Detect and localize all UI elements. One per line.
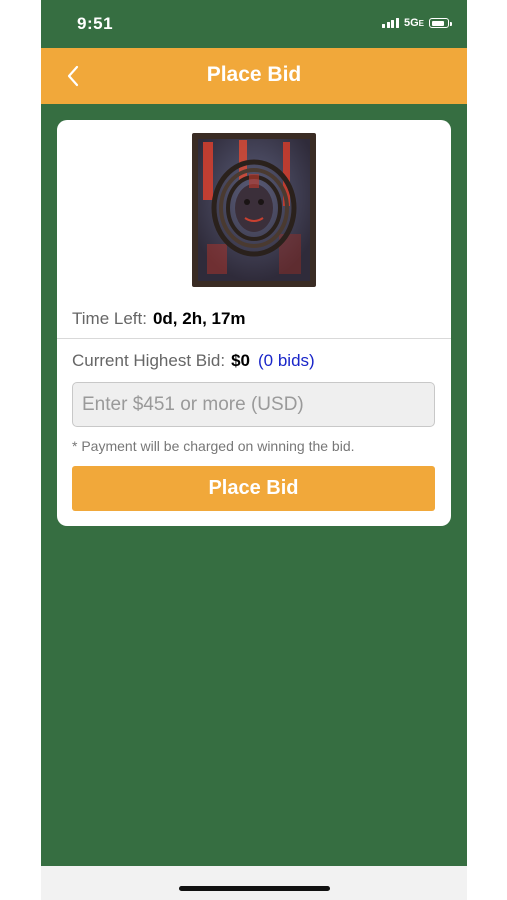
current-bid-row: Current Highest Bid: $0 (0 bids) [72, 351, 315, 371]
bid-card: Time Left: 0d, 2h, 17m Current Highest Bi… [57, 120, 451, 526]
bid-count-link[interactable]: (0 bids) [258, 351, 315, 370]
page-title: Place Bid [206, 63, 302, 86]
bid-amount-input[interactable] [72, 382, 435, 427]
battery-icon [429, 18, 452, 28]
status-indicators: 5GE [382, 17, 452, 29]
place-bid-button[interactable]: Place Bid [72, 466, 435, 511]
artwork-thumbnail[interactable] [193, 134, 315, 286]
time-left-value: 0d, 2h, 17m [152, 309, 246, 328]
time-left-row: Time Left: 0d, 2h, 17m [72, 309, 246, 329]
status-time: 9:51 [77, 14, 114, 33]
signal-icon [382, 18, 399, 28]
home-indicator-area [41, 866, 467, 900]
artwork-image [193, 134, 315, 286]
status-bar: 9:51 5GE [41, 0, 467, 44]
current-bid-value: $0 [231, 351, 250, 370]
current-bid-label: Current Highest Bid: [72, 351, 226, 370]
network-indicator: 5GE [403, 17, 424, 29]
navigation-bar: Place Bid [41, 48, 467, 104]
divider [57, 338, 451, 339]
home-indicator[interactable] [179, 886, 330, 891]
time-left-label: Time Left: [72, 309, 147, 328]
payment-note: * Payment will be charged on winning the… [72, 438, 355, 454]
app-screen: 9:51 5GE Place Bid Time Left: 0d, 2h, 17… [41, 0, 467, 900]
